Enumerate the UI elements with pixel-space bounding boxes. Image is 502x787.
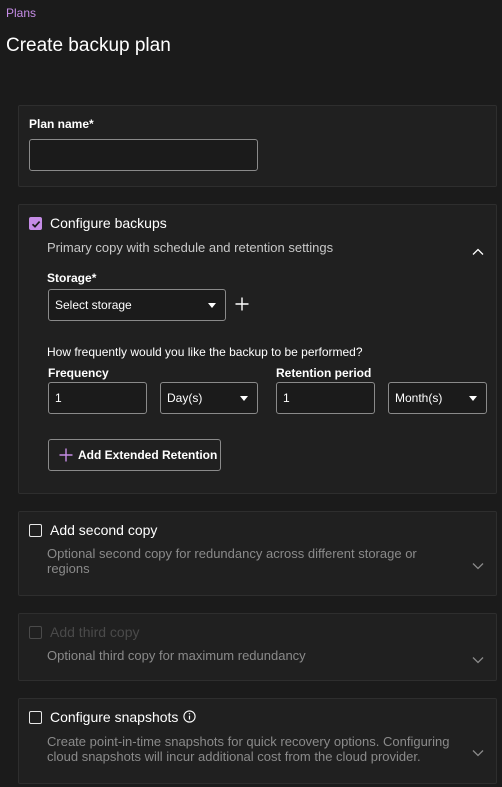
plan-name-input[interactable] [29,139,258,171]
storage-select-value: Select storage [55,298,132,312]
chevron-up-icon[interactable] [472,248,484,256]
third-copy-checkbox [29,626,42,639]
second-copy-card: Add second copy Optional second copy for… [18,511,497,596]
plan-name-card: Plan name* [18,105,497,187]
page-title: Create backup plan [6,35,171,56]
third-copy-title: Add third copy [50,624,140,640]
chevron-down-icon[interactable] [472,749,484,757]
info-icon[interactable] [183,710,196,723]
required-mark: * [91,271,97,285]
required-mark: * [89,117,94,131]
retention-period-label: Retention period [276,366,372,380]
add-extended-retention-label: Add Extended Retention [78,448,218,462]
add-extended-retention-button[interactable]: Add Extended Retention [48,439,221,471]
third-copy-card: Add third copy Optional third copy for m… [18,613,497,681]
frequency-unit-select[interactable]: Day(s) [160,382,258,414]
snapshots-description: Create point-in-time snapshots for quick… [47,734,450,764]
frequency-question: How frequently would you like the backup… [47,345,363,359]
caret-down-icon [469,396,477,401]
frequency-label: Frequency [48,366,109,380]
create-backup-plan-page: Plans Create backup plan Plan name* Conf… [0,0,502,787]
caret-down-icon [208,303,216,308]
retention-period-input[interactable]: 1 [276,382,375,414]
plan-name-label: Plan name* [29,117,94,131]
frequency-unit-value: Day(s) [167,391,203,405]
third-copy-description: Optional third copy for maximum redundan… [47,648,306,663]
configure-backups-checkbox[interactable] [29,217,42,230]
second-copy-checkbox[interactable] [29,524,42,537]
configure-backups-description: Primary copy with schedule and retention… [47,240,334,255]
snapshots-card: Configure snapshots Create point-in-time… [18,698,497,784]
retention-unit-select[interactable]: Month(s) [388,382,487,414]
breadcrumb-plans[interactable]: Plans [6,6,36,20]
storage-label-text: Storage [47,271,92,285]
checkmark-icon [31,221,41,228]
configure-backups-card: Configure backups Primary copy with sche… [18,204,497,494]
snapshots-title: Configure snapshots [50,709,179,725]
second-copy-description: Optional second copy for redundancy acro… [47,546,417,576]
frequency-input[interactable]: 1 [48,382,147,414]
caret-down-icon [240,396,248,401]
configure-backups-title: Configure backups [50,215,167,231]
retention-unit-value: Month(s) [395,391,443,405]
storage-label: Storage* [47,271,96,285]
snapshots-checkbox[interactable] [29,711,42,724]
plan-name-label-text: Plan name [29,117,90,131]
second-copy-title: Add second copy [50,522,158,538]
storage-select[interactable]: Select storage [48,289,226,321]
chevron-down-icon[interactable] [472,562,484,570]
chevron-down-icon[interactable] [472,656,484,664]
plus-icon [59,448,73,462]
add-storage-plus-icon[interactable] [235,297,249,311]
